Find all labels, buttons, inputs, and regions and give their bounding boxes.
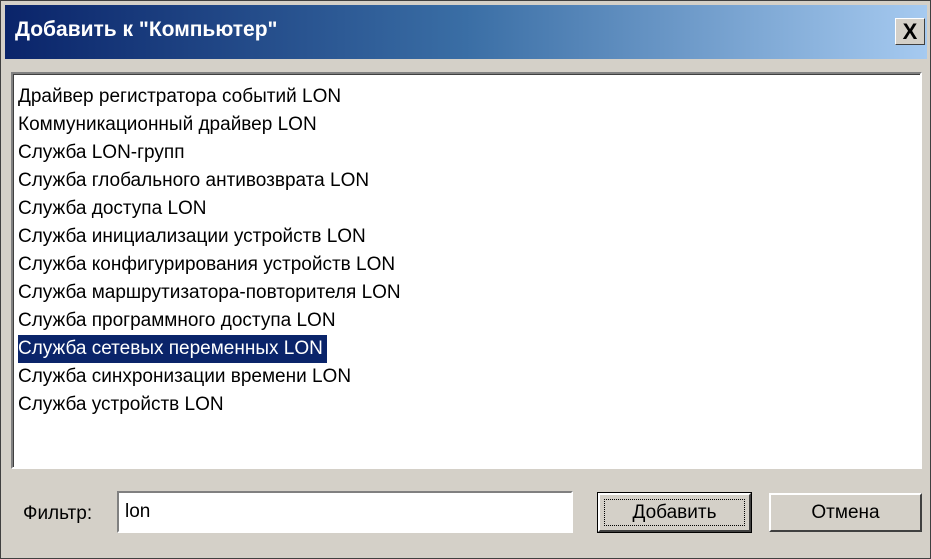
- list-item[interactable]: Служба конфигурирования устройств LON: [18, 251, 399, 279]
- cancel-button[interactable]: Отмена: [769, 493, 922, 532]
- list-item[interactable]: Служба устройств LON: [18, 391, 228, 419]
- title-bar[interactable]: Добавить к "Компьютер" X: [5, 5, 927, 59]
- services-listbox[interactable]: Драйвер регистратора событий LON Коммуни…: [11, 72, 922, 469]
- list-item[interactable]: Драйвер регистратора событий LON: [18, 83, 345, 111]
- list-item[interactable]: Служба доступа LON: [18, 195, 211, 223]
- cancel-button-label: Отмена: [811, 501, 880, 523]
- filter-label: Фильтр:: [23, 503, 93, 524]
- close-button[interactable]: X: [895, 18, 925, 45]
- list-item[interactable]: Служба LON-групп: [18, 139, 189, 167]
- close-icon: X: [902, 18, 918, 44]
- list-item[interactable]: Служба сетевых переменных LON: [18, 335, 327, 363]
- list-item[interactable]: Коммуникационный драйвер LON: [18, 111, 321, 139]
- list-item[interactable]: Служба глобального антивозврата LON: [18, 167, 373, 195]
- add-to-computer-dialog: Добавить к "Компьютер" X Драйвер регистр…: [0, 0, 931, 559]
- dialog-title: Добавить к "Компьютер": [15, 18, 278, 41]
- add-button-label: Добавить: [632, 501, 717, 523]
- list-item[interactable]: Служба маршрутизатора-повторителя LON: [18, 279, 405, 307]
- list-item[interactable]: Служба инициализации устройств LON: [18, 223, 370, 251]
- list-item[interactable]: Служба программного доступа LON: [18, 307, 340, 335]
- add-button[interactable]: Добавить: [597, 492, 752, 533]
- filter-input[interactable]: [117, 491, 573, 533]
- list-item[interactable]: Служба синхронизации времени LON: [18, 363, 355, 391]
